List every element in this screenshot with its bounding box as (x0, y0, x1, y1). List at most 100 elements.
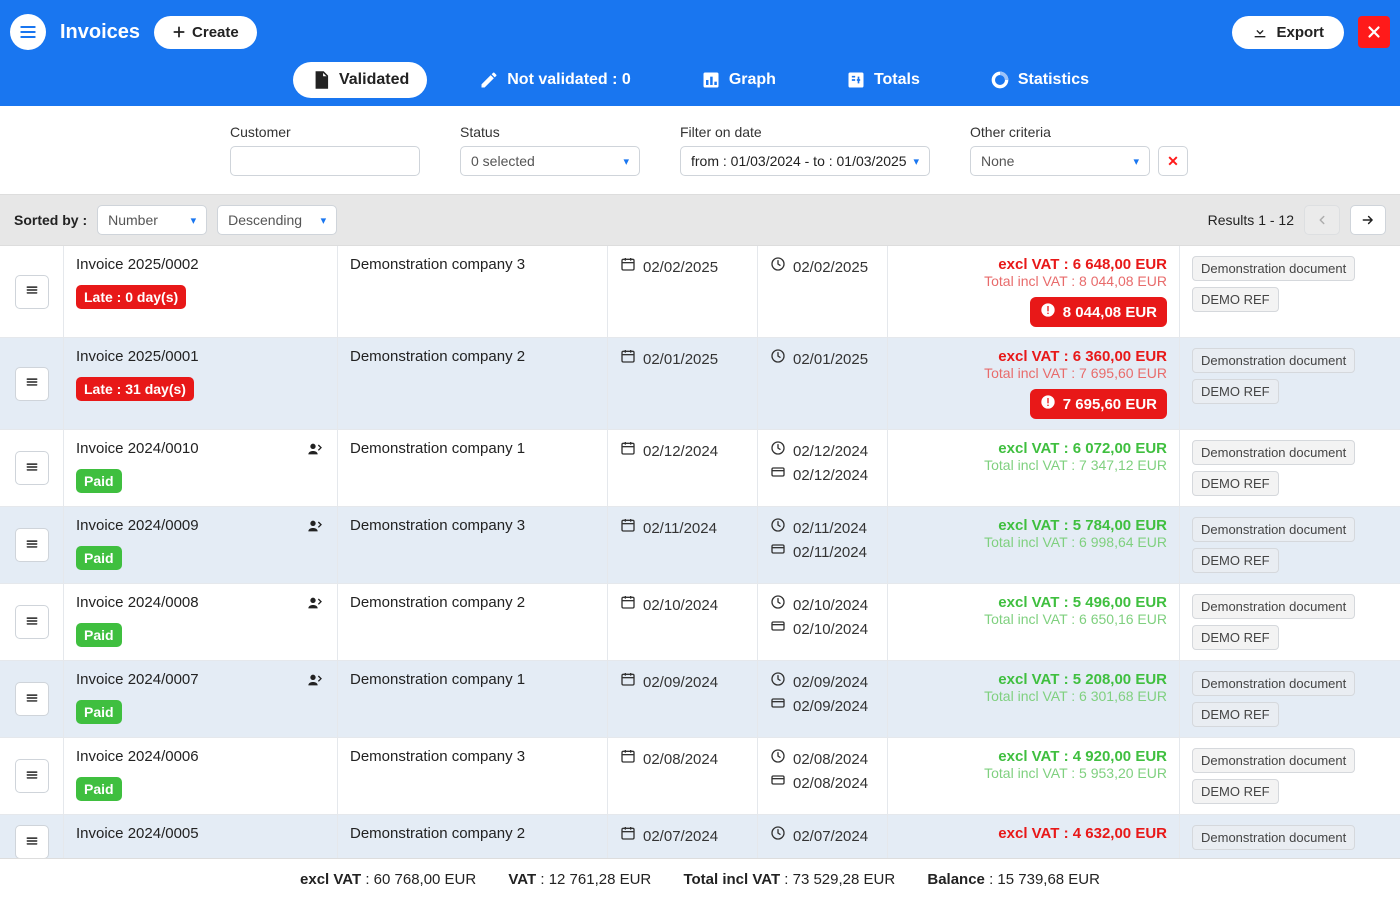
row-issue-date-cell: 02/01/2025 (608, 338, 758, 429)
invoice-row[interactable]: Invoice 2024/0006PaidDemonstration compa… (0, 738, 1400, 815)
row-customer-cell: Demonstration company 3 (338, 246, 608, 337)
row-tags-cell: Demonstration documentDEMO REF (1180, 738, 1400, 814)
row-customer-cell: Demonstration company 2 (338, 815, 608, 858)
prev-page-button[interactable] (1304, 205, 1340, 235)
calendar-icon (620, 517, 636, 541)
amount-due-pill: 8 044,08 EUR (1030, 297, 1167, 327)
invoice-number: Invoice 2024/0006 (76, 748, 199, 765)
row-due-date-cell: 02/02/2025 (758, 246, 888, 337)
tab-validated[interactable]: Validated (293, 62, 427, 98)
status-badge: Late : 31 day(s) (76, 377, 194, 401)
document-tag: Demonstration document (1192, 748, 1355, 773)
due-date: 02/08/2024 (793, 748, 868, 772)
due-date: 02/12/2024 (793, 440, 868, 464)
invoice-number: Invoice 2024/0009 (76, 517, 199, 534)
clear-filters-button[interactable]: ✕ (1158, 146, 1188, 176)
sort-field-select[interactable]: Number▾ (97, 205, 207, 235)
create-button[interactable]: Create (154, 16, 257, 49)
invoice-list[interactable]: Invoice 2025/0002Late : 0 day(s)Demonstr… (0, 246, 1400, 858)
row-menu-button[interactable] (15, 682, 49, 716)
close-icon (1365, 23, 1383, 41)
row-menu-button[interactable] (15, 451, 49, 485)
clock-icon (770, 748, 786, 772)
invoice-row[interactable]: Invoice 2024/0007PaidDemonstration compa… (0, 661, 1400, 738)
paid-date: 02/10/2024 (793, 618, 868, 642)
row-amount-cell: excl VAT : 6 360,00 EURTotal incl VAT : … (888, 338, 1180, 429)
reference-tag: DEMO REF (1192, 548, 1279, 573)
row-tags-cell: Demonstration documentDEMO REF (1180, 507, 1400, 583)
card-icon (770, 618, 786, 642)
customer-filter-input[interactable] (230, 146, 420, 176)
date-filter-select[interactable]: from : 01/03/2024 - to : 01/03/2025▾ (680, 146, 930, 176)
menu-icon (18, 22, 38, 42)
row-amount-cell: excl VAT : 5 496,00 EURTotal incl VAT : … (888, 584, 1180, 660)
bar-chart-icon (701, 70, 721, 90)
plus-icon (172, 25, 186, 39)
close-button[interactable] (1358, 16, 1390, 48)
document-tag: Demonstration document (1192, 440, 1355, 465)
row-due-date-cell: 02/12/202402/12/2024 (758, 430, 888, 506)
invoice-row[interactable]: Invoice 2025/0001Late : 31 day(s)Demonst… (0, 338, 1400, 430)
row-menu-button[interactable] (15, 605, 49, 639)
tab-totals[interactable]: Totals (828, 62, 938, 98)
tab-not-validated[interactable]: Not validated : 0 (461, 62, 649, 98)
other-filter-label: Other criteria (970, 124, 1188, 140)
footer-ex-label: excl VAT (300, 871, 361, 888)
sort-direction-select[interactable]: Descending▾ (217, 205, 337, 235)
status-filter-select[interactable]: 0 selected▾ (460, 146, 640, 176)
create-label: Create (192, 24, 239, 41)
status-badge: Paid (76, 777, 122, 801)
row-customer-cell: Demonstration company 1 (338, 430, 608, 506)
row-info-cell: Invoice 2024/0005 (64, 815, 338, 858)
issue-date: 02/09/2024 (643, 671, 718, 695)
row-due-date-cell: 02/07/2024 (758, 815, 888, 858)
issue-date: 02/10/2024 (643, 594, 718, 618)
status-badge: Paid (76, 546, 122, 570)
row-tags-cell: Demonstration documentDEMO REF (1180, 584, 1400, 660)
row-issue-date-cell: 02/12/2024 (608, 430, 758, 506)
next-page-button[interactable] (1350, 205, 1386, 235)
row-menu-cell (0, 507, 64, 583)
menu-icon (23, 768, 41, 785)
other-filter-select[interactable]: None▾ (970, 146, 1150, 176)
warning-icon (1040, 394, 1056, 414)
clock-icon (770, 440, 786, 464)
row-due-date-cell: 02/09/202402/09/2024 (758, 661, 888, 737)
amount-incl-vat: Total incl VAT : 8 044,08 EUR (984, 273, 1167, 289)
reference-tag: DEMO REF (1192, 379, 1279, 404)
amount-excl-vat: excl VAT : 6 072,00 EUR (998, 440, 1167, 457)
row-amount-cell: excl VAT : 4 920,00 EURTotal incl VAT : … (888, 738, 1180, 814)
row-menu-button[interactable] (15, 275, 49, 309)
reference-tag: DEMO REF (1192, 702, 1279, 727)
menu-icon (23, 691, 41, 708)
invoice-row[interactable]: Invoice 2024/0010PaidDemonstration compa… (0, 430, 1400, 507)
assignee-icon (305, 672, 325, 688)
card-icon (770, 772, 786, 796)
invoice-row[interactable]: Invoice 2025/0002Late : 0 day(s)Demonstr… (0, 246, 1400, 338)
main-menu-button[interactable] (10, 14, 46, 50)
invoice-row[interactable]: Invoice 2024/0009 Paid Demonstration compa… (0, 507, 1400, 584)
tab-statistics-label: Statistics (1018, 71, 1089, 89)
export-button[interactable]: Export (1232, 16, 1344, 49)
row-info-cell: Invoice 2024/0010Paid (64, 430, 338, 506)
menu-icon (23, 283, 41, 300)
row-info-cell: Invoice 2024/0007Paid (64, 661, 338, 737)
issue-date: 02/02/2025 (643, 256, 718, 280)
warning-icon (1040, 302, 1056, 322)
clock-icon (770, 348, 786, 372)
invoice-row[interactable]: Invoice 2024/0008PaidDemonstration compa… (0, 584, 1400, 661)
row-due-date-cell: 02/01/2025 (758, 338, 888, 429)
tab-graph[interactable]: Graph (683, 62, 794, 98)
results-count: Results 1 - 12 (1208, 212, 1294, 228)
invoice-row[interactable]: Invoice 2024/0005Demonstration company 2… (0, 815, 1400, 858)
row-issue-date-cell: 02/02/2025 (608, 246, 758, 337)
row-menu-button[interactable] (15, 759, 49, 793)
tab-statistics[interactable]: Statistics (972, 62, 1107, 98)
row-menu-button[interactable] (15, 528, 49, 562)
row-amount-cell: excl VAT : 6 072,00 EURTotal incl VAT : … (888, 430, 1180, 506)
due-date: 02/09/2024 (793, 671, 868, 695)
status-badge: Paid (76, 469, 122, 493)
row-menu-button[interactable] (15, 367, 49, 401)
row-menu-button[interactable] (15, 825, 49, 858)
row-customer-cell: Demonstration company 3 (338, 507, 608, 583)
